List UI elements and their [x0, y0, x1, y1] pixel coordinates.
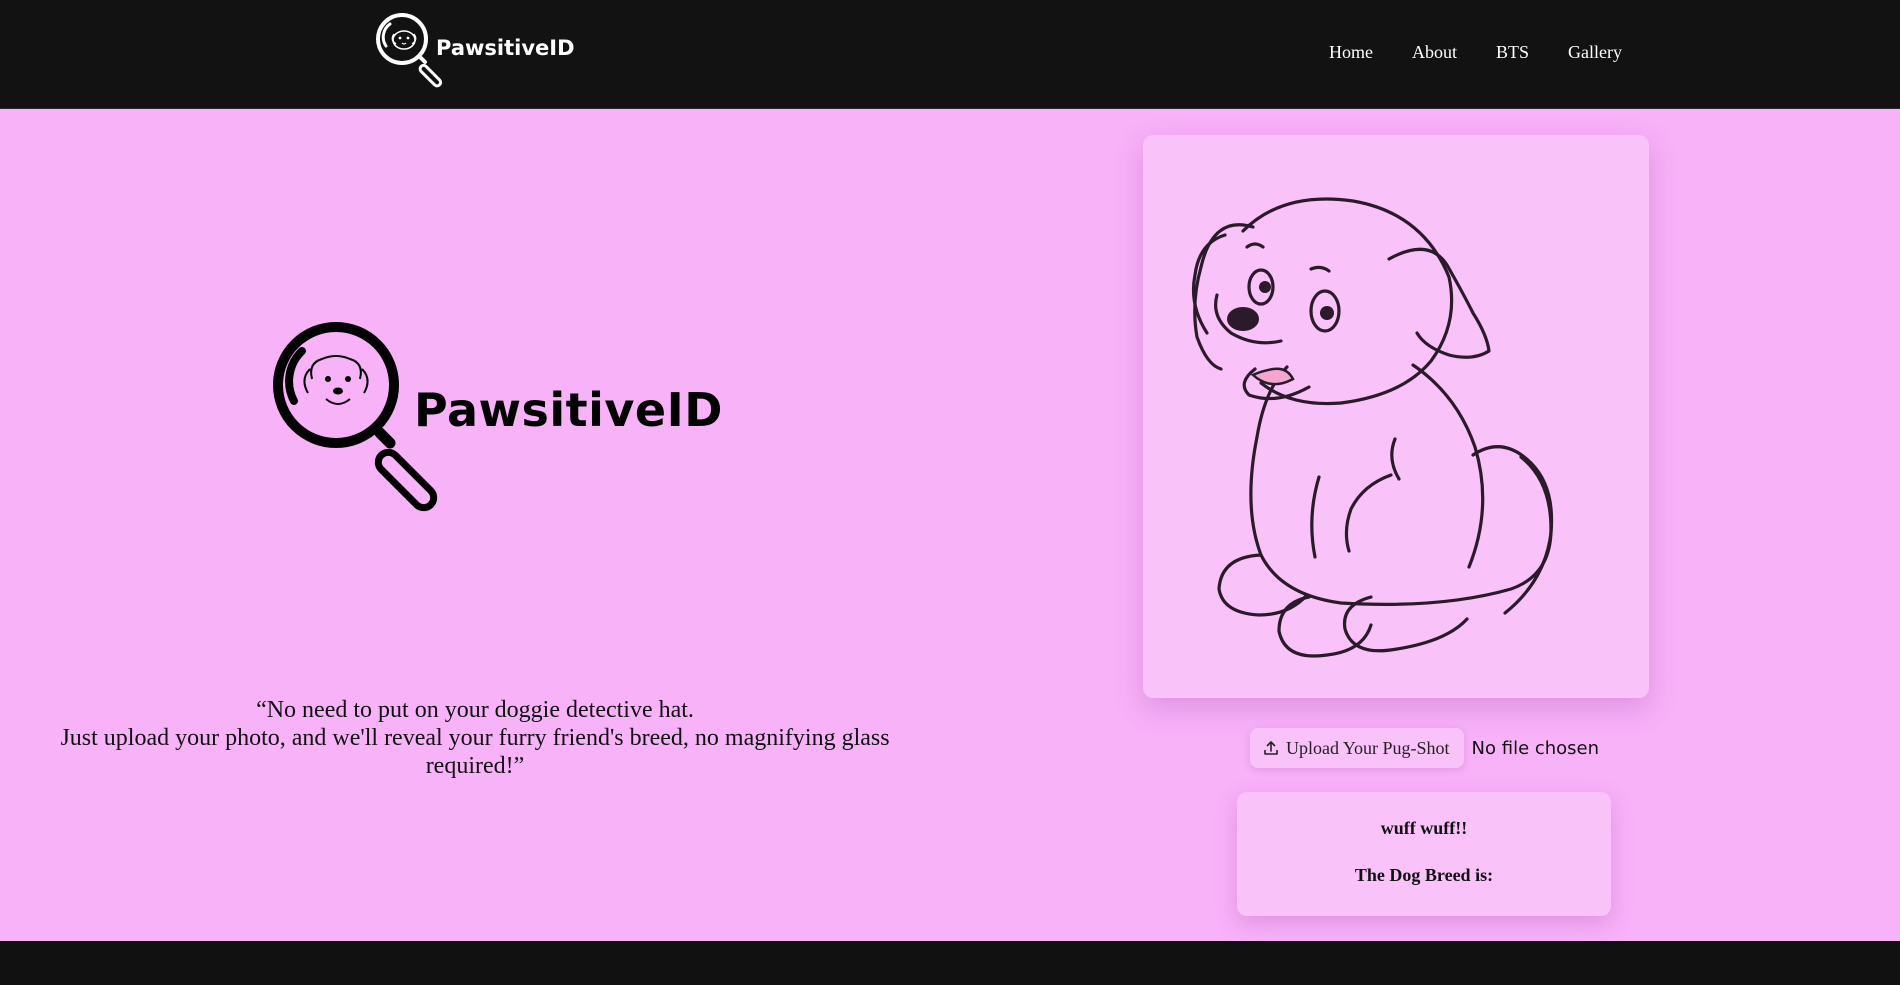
quote-line-1: “No need to put on your doggie detective…: [256, 697, 694, 723]
puppy-illustration: [1191, 197, 1554, 658]
brand-name: PawsitiveID: [436, 36, 575, 60]
image-preview-card: [1143, 135, 1649, 698]
nav-links: Home About BTS Gallery: [1329, 42, 1622, 63]
breed-result-label: The Dog Breed is:: [1354, 865, 1494, 885]
main-section: PawsitiveID “No need to put on your dogg…: [0, 109, 1900, 941]
nav-bts-link[interactable]: BTS: [1496, 42, 1529, 63]
upload-icon: [1264, 741, 1278, 755]
nav-gallery-link[interactable]: Gallery: [1568, 42, 1622, 63]
file-status-text: No file chosen: [1471, 737, 1600, 759]
tagline-quote: “No need to put on your doggie detective…: [20, 696, 930, 780]
hero-brand-name: PawsitiveID: [414, 383, 723, 437]
result-card: wuff wuff!! The Dog Breed is:: [1237, 792, 1611, 916]
upload-pug-shot-button[interactable]: Upload Your Pug-Shot: [1250, 728, 1464, 768]
quote-line-2: Just upload your photo, and we'll reveal…: [60, 725, 890, 779]
result-greeting: wuff wuff!!: [1380, 818, 1468, 838]
top-navbar: PawsitiveID Home About BTS Gallery: [0, 0, 1900, 109]
nav-about-link[interactable]: About: [1412, 42, 1457, 63]
brand-logo-link[interactable]: PawsitiveID: [374, 10, 575, 96]
footer: [0, 941, 1900, 985]
upload-button-label: Upload Your Pug-Shot: [1286, 737, 1450, 758]
upload-row: Upload Your Pug-Shot No file chosen: [1250, 728, 1599, 768]
nav-home-link[interactable]: Home: [1329, 42, 1373, 63]
